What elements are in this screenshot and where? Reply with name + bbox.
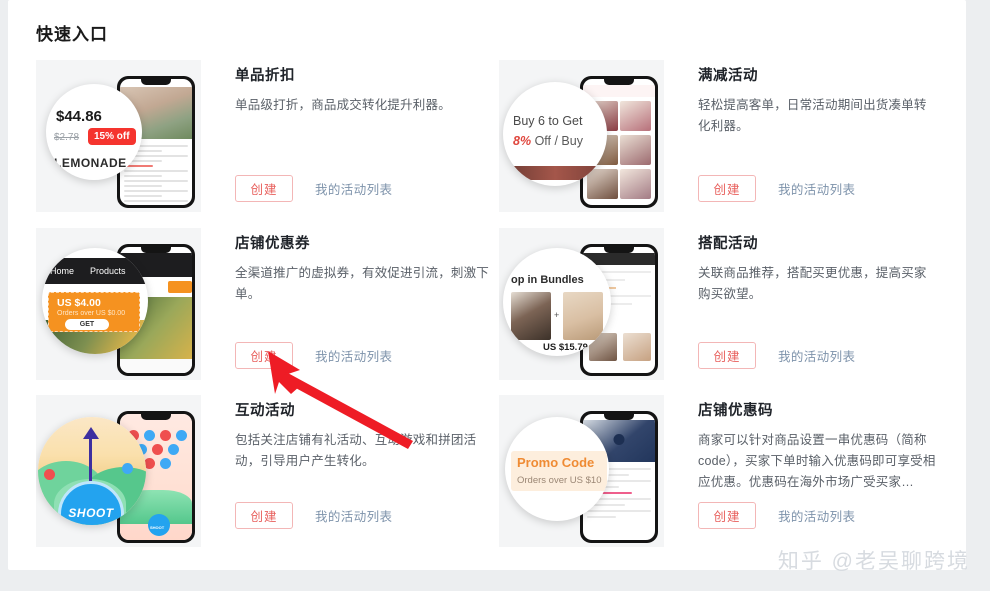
thumb-bundle-heading: op in Bundles: [511, 274, 584, 286]
my-activity-list-link[interactable]: 我的活动列表: [315, 506, 392, 525]
card-body: 店铺优惠码 商家可以针对商品设置一串优惠码（简称code），买家下单时输入优惠码…: [664, 395, 938, 547]
my-activity-list-link[interactable]: 我的活动列表: [778, 506, 855, 525]
shoot-button-label: SHOOT: [68, 506, 114, 520]
thumb-promo-line1: Buy 6 to Get: [513, 114, 583, 128]
quick-entry-grid: $44.86 $2.78 15% off LEMONADE 单品折扣 单品级打折…: [36, 52, 938, 547]
page-title: 快速入口: [36, 25, 108, 44]
card-actions: 创建 我的活动列表: [235, 342, 392, 369]
thumb-nav-products: Products: [90, 266, 126, 276]
thumb-brand: LEMONADE: [54, 156, 127, 170]
thumb-nav-bar: Home Products: [42, 258, 148, 284]
card-actions: 创建 我的活动列表: [698, 342, 855, 369]
card-body: 互动活动 包括关注店铺有礼活动、互动游戏和拼团活动，引导用户产生转化。 创建 我…: [201, 395, 499, 547]
card-title: 满减活动: [698, 68, 758, 84]
phone-notch-icon: [141, 79, 171, 85]
thumb-bundle-price: US $15.79: [543, 342, 588, 353]
thumb-nav-home: Home: [50, 266, 75, 276]
phone-notch-icon: [604, 414, 634, 420]
bundle-deal-thumbnail: op in Bundles + US $15.79: [499, 228, 664, 380]
my-activity-list-link[interactable]: 我的活动列表: [315, 346, 392, 365]
my-activity-list-link[interactable]: 我的活动列表: [315, 179, 392, 198]
thumb-promo-condition: Orders over US $10: [517, 475, 602, 486]
phone-notch-icon: [604, 247, 634, 253]
card-description: 轻松提高客单，日常活动期间出货凑单转化利器。: [698, 98, 927, 133]
card-body: 满减活动 轻松提高客单，日常活动期间出货凑单转化利器。 创建 我的活动列表: [664, 60, 938, 220]
quick-entry-panel: 快速入口 $44.86 $2.78 15% off LEMONADE 单品折扣 …: [8, 0, 966, 570]
thumb-promo-percent: 8%: [513, 134, 532, 148]
thumb-coupon: US $4.00 Orders over US $0.00 GET: [48, 292, 140, 332]
card-body: 搭配活动 关联商品推荐，搭配买更优惠，提高买家购买欲望。 创建 我的活动列表: [664, 228, 938, 387]
magnifier-lens: Buy 6 to Get 8% Off / Buy: [503, 82, 607, 186]
card-bulk-discount: Buy 6 to Get 8% Off / Buy 满减活动 轻松提高客单，日常…: [499, 52, 938, 220]
magnifier-lens: Promo Code Orders over US $10: [505, 417, 609, 521]
create-button[interactable]: 创建: [698, 502, 756, 529]
page-root: 快速入口 $44.86 $2.78 15% off LEMONADE 单品折扣 …: [0, 0, 990, 591]
card-actions: 创建 我的活动列表: [235, 502, 392, 529]
card-title: 搭配活动: [698, 236, 758, 252]
thumb-coupon-get-button: GET: [65, 319, 109, 330]
card-description: 关联商品推荐，搭配买更优惠，提高买家购买欲望。: [698, 266, 927, 301]
magnifier-lens: Home Products US $4.00 Orders over US $0…: [42, 248, 148, 354]
card-actions: 创建 我的活动列表: [698, 502, 855, 529]
card-body: 单品折扣 单品级打折，商品成交转化提升利器。 创建 我的活动列表: [201, 60, 499, 220]
create-button[interactable]: 创建: [698, 175, 756, 202]
promo-code-thumbnail: Promo Code Orders over US $10: [499, 395, 664, 547]
bulk-discount-thumbnail: Buy 6 to Get 8% Off / Buy: [499, 60, 664, 212]
card-title: 互动活动: [235, 403, 295, 419]
card-description: 单品级打折，商品成交转化提升利器。: [235, 98, 451, 112]
my-activity-list-link[interactable]: 我的活动列表: [778, 346, 855, 365]
phone-notch-icon: [604, 79, 634, 85]
card-title: 店铺优惠码: [698, 403, 773, 419]
create-button[interactable]: 创建: [235, 175, 293, 202]
watermark: 知乎 @老吴聊跨境: [777, 550, 970, 573]
card-actions: 创建 我的活动列表: [235, 175, 392, 202]
card-body: 店铺优惠券 全渠道推广的虚拟券，有效促进引流，刺激下单。 创建 我的活动列表: [201, 228, 499, 387]
magnifier-lens: op in Bundles + US $15.79: [503, 248, 611, 356]
create-button[interactable]: 创建: [698, 342, 756, 369]
card-promo-code: Promo Code Orders over US $10 店铺优惠码 商家可以…: [499, 387, 938, 547]
magnifier-lens: SHOOT: [38, 417, 146, 525]
card-title: 单品折扣: [235, 68, 295, 84]
store-coupon-thumbnail: Home Products US $4.00 Orders over US $0…: [36, 228, 201, 380]
phone-notch-icon: [141, 247, 171, 253]
card-title: 店铺优惠券: [235, 236, 310, 252]
card-interactive-activity: SHOOT SHOOT 互动活动 包括关注店铺有礼活动、互动游戏和拼团活动，引导…: [36, 387, 499, 547]
interactive-game-thumbnail: SHOOT SHOOT: [36, 395, 201, 547]
thumb-price: $44.86: [56, 108, 102, 125]
create-button[interactable]: 创建: [235, 342, 293, 369]
card-description: 包括关注店铺有礼活动、互动游戏和拼团活动，引导用户产生转化。: [235, 433, 477, 468]
thumb-discount-badge: 15% off: [88, 128, 136, 145]
thumb-promo-title: Promo Code: [517, 455, 595, 470]
card-store-coupon: Home Products US $4.00 Orders over US $0…: [36, 220, 499, 387]
card-actions: 创建 我的活动列表: [698, 175, 855, 202]
card-description: 全渠道推广的虚拟券，有效促进引流，刺激下单。: [235, 266, 490, 301]
my-activity-list-link[interactable]: 我的活动列表: [778, 179, 855, 198]
thumb-old-price: $2.78: [54, 132, 80, 143]
card-description: 商家可以针对商品设置一串优惠码（简称code），买家下单时输入优惠码即可享受相应…: [698, 433, 936, 489]
card-single-item-discount: $44.86 $2.78 15% off LEMONADE 单品折扣 单品级打折…: [36, 52, 499, 220]
thumb-promo-rest: Off / Buy: [534, 134, 583, 148]
card-bundle-deal: op in Bundles + US $15.79 搭配活动 关联商品推荐，搭配…: [499, 220, 938, 387]
create-button[interactable]: 创建: [235, 502, 293, 529]
thumb-coupon-condition: Orders over US $0.00: [57, 310, 126, 317]
magnifier-lens: $44.86 $2.78 15% off LEMONADE: [46, 84, 142, 180]
thumb-promo-line2: 8% Off / Buy: [513, 134, 583, 148]
thumb-plus-icon: +: [554, 310, 560, 320]
single-item-discount-thumbnail: $44.86 $2.78 15% off LEMONADE: [36, 60, 201, 212]
thumb-coupon-amount: US $4.00: [57, 297, 101, 309]
